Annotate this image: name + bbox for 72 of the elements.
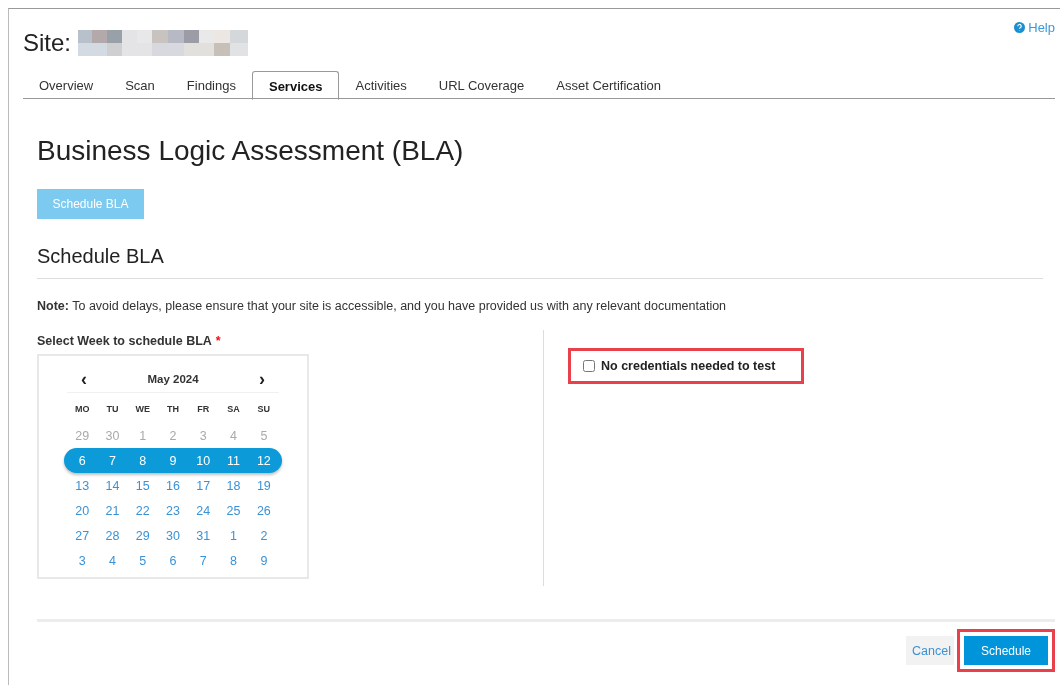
calendar-day[interactable]: 29	[67, 428, 98, 443]
tab[interactable]: Asset Certification	[540, 72, 678, 98]
section-title: Schedule BLA	[37, 245, 1043, 279]
checkbox-label: No credentials needed to test	[601, 359, 776, 373]
calendar-day[interactable]: 13	[67, 478, 98, 493]
calendar-day[interactable]: 25	[218, 503, 249, 518]
tab[interactable]: Services	[251, 71, 340, 100]
previous-month-button[interactable]: ‹	[79, 368, 89, 390]
calendar-day[interactable]: 1	[127, 428, 158, 443]
calendar-day[interactable]: 29	[127, 528, 158, 543]
calendar-day[interactable]: 5	[127, 553, 158, 568]
calendar-day[interactable]: 17	[188, 478, 219, 493]
help-link[interactable]: Help	[1014, 20, 1055, 35]
next-month-button[interactable]: ›	[257, 368, 267, 390]
checkbox[interactable]	[583, 360, 595, 372]
calendar-day[interactable]: 5	[248, 428, 279, 443]
tab[interactable]: Findings	[170, 72, 252, 98]
weekday-label: TU	[105, 404, 120, 414]
note-text: Note: To avoid delays, please ensure that your site is accessible, and you have provided us with any relevant documentation	[37, 299, 728, 313]
calendar-day[interactable]: 12	[248, 453, 279, 468]
calendar-day[interactable]: 8	[218, 553, 249, 568]
calendar-day[interactable]: 2	[248, 528, 279, 543]
calendar-day[interactable]: 18	[218, 478, 249, 493]
calendar-day[interactable]: 20	[67, 503, 98, 518]
calendar-day[interactable]: 28	[97, 528, 128, 543]
calendar-day[interactable]: 6	[67, 453, 98, 468]
calendar-day[interactable]: 11	[218, 453, 249, 468]
weekday-label: FR	[196, 404, 211, 414]
calendar-day[interactable]: 3	[188, 428, 219, 443]
weekday-label: SA	[226, 404, 241, 414]
calendar-day[interactable]: 4	[218, 428, 249, 443]
tab[interactable]: Scan	[109, 72, 171, 98]
calendar-day[interactable]: 6	[157, 553, 189, 568]
calendar-day[interactable]: 16	[157, 478, 189, 493]
calendar-day[interactable]: 24	[188, 503, 219, 518]
tab[interactable]: Activities	[339, 72, 423, 98]
page-title: Business Logic Assessment (BLA)	[37, 135, 465, 167]
calendar-day[interactable]: 1	[218, 528, 249, 543]
calendar-day[interactable]: 7	[188, 553, 219, 568]
weekday-label: TH	[166, 404, 180, 414]
weekday-label: SU	[256, 404, 272, 414]
cancel-button[interactable]: Cancel	[906, 636, 954, 665]
tab[interactable]: URL Coverage	[422, 72, 541, 98]
calendar-day[interactable]: 27	[67, 528, 98, 543]
calendar-day[interactable]: 26	[248, 503, 279, 518]
month-title: May 2024	[147, 373, 199, 385]
help-icon	[1014, 22, 1026, 33]
required-mark: *	[215, 334, 221, 348]
tab[interactable]: Overview	[23, 72, 110, 98]
calendar-day[interactable]: 21	[97, 503, 128, 518]
field-label: Select Week to schedule BLA	[37, 334, 212, 348]
calendar-day[interactable]: 31	[188, 528, 219, 543]
calendar-day[interactable]: 9	[157, 453, 189, 468]
calendar-day[interactable]: 19	[248, 478, 279, 493]
weekday-label: WE	[134, 404, 151, 414]
calendar-day[interactable]: 14	[97, 478, 128, 493]
calendar-day[interactable]: 7	[97, 453, 128, 468]
schedule-button[interactable]: Schedule	[964, 636, 1048, 665]
calendar-day[interactable]: 30	[157, 528, 189, 543]
calendar-day[interactable]: 8	[127, 453, 158, 468]
calendar-day[interactable]: 22	[127, 503, 158, 518]
calendar-day[interactable]: 4	[97, 553, 128, 568]
calendar-day[interactable]: 23	[157, 503, 189, 518]
calendar-day[interactable]: 30	[97, 428, 128, 443]
calendar-day[interactable]: 15	[127, 478, 158, 493]
calendar-day[interactable]: 10	[188, 453, 219, 468]
calendar-day[interactable]: 9	[248, 553, 279, 568]
selected-week[interactable]: 6 7 8 9 10 11 12	[64, 448, 282, 473]
calendar-day[interactable]: 3	[67, 553, 98, 568]
calendar-day[interactable]: 2	[157, 428, 189, 443]
site-label: Site:	[23, 29, 72, 57]
weekday-label: MO	[73, 404, 91, 414]
